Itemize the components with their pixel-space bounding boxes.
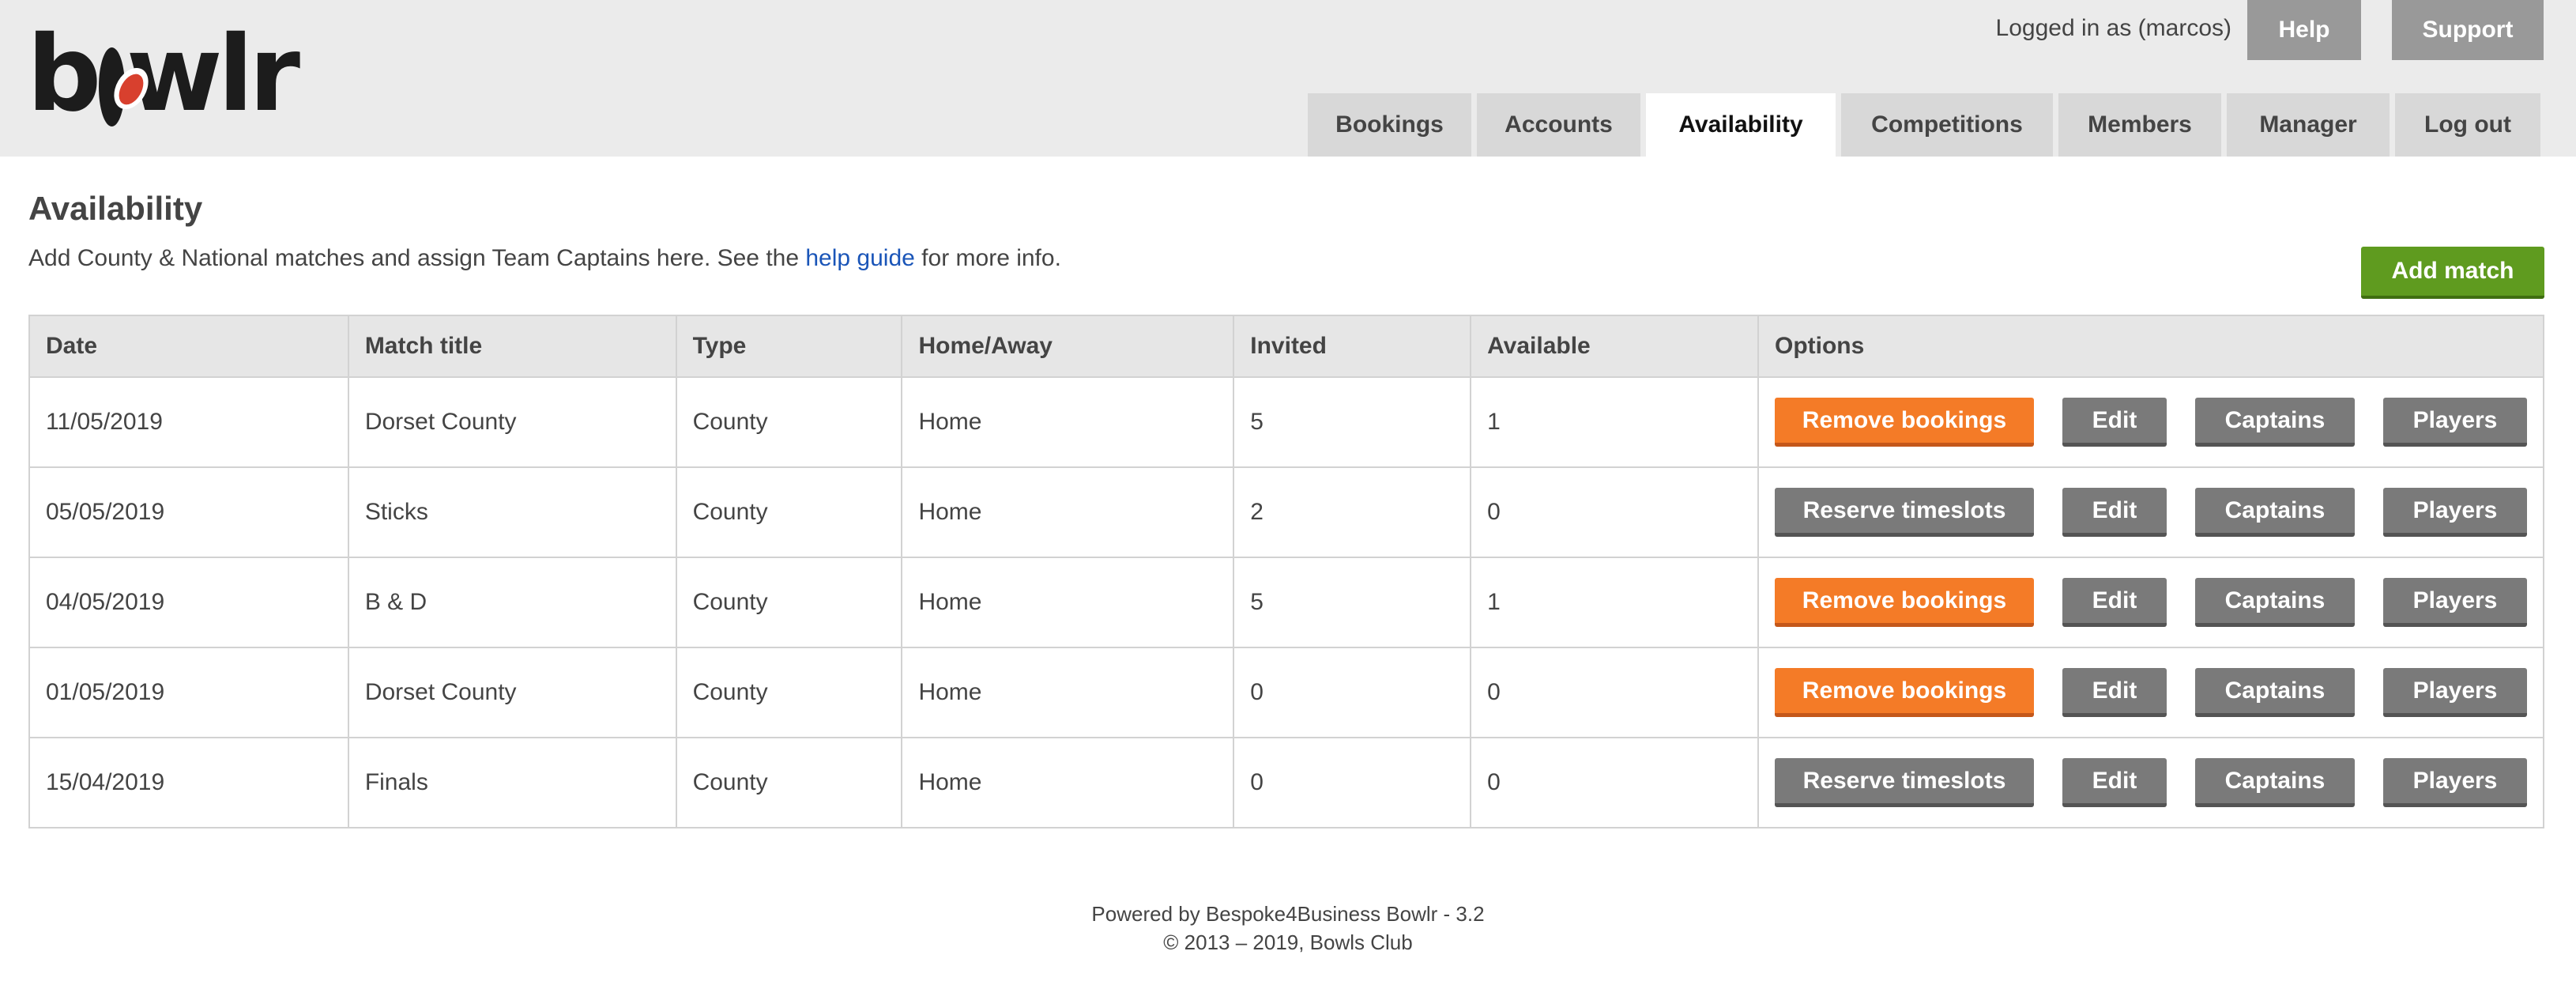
- table-row: 05/05/2019 Sticks County Home 2 0 Reserv…: [28, 466, 2544, 558]
- cell-home-away: Home: [901, 557, 1235, 648]
- cell-home-away: Home: [901, 737, 1235, 828]
- logged-in-text: Logged in as (marcos): [1995, 15, 2231, 41]
- page-footer: Powered by Bespoke4Business Bowlr - 3.2 …: [0, 900, 2576, 957]
- cell-available: 0: [1470, 737, 1759, 828]
- bowlr-logo[interactable]: b wlr: [27, 22, 300, 126]
- reserve-timeslots-button[interactable]: Reserve timeslots: [1775, 758, 2034, 807]
- help-button[interactable]: Help: [2247, 0, 2361, 60]
- cell-match-title: Sticks: [347, 466, 677, 558]
- edit-button[interactable]: Edit: [2062, 398, 2167, 447]
- bowls-ball-icon: [98, 47, 125, 126]
- footer-powered-by: Powered by Bespoke4Business Bowlr - 3.2: [1091, 902, 1485, 926]
- cell-invited: 5: [1233, 376, 1472, 468]
- cell-home-away: Home: [901, 647, 1235, 738]
- tab-members[interactable]: Members: [2058, 93, 2221, 157]
- col-home-away: Home/Away: [901, 315, 1235, 378]
- table-header-row: Date Match title Type Home/Away Invited …: [28, 315, 2544, 378]
- cell-type: County: [675, 647, 903, 738]
- cell-date: 05/05/2019: [28, 466, 349, 558]
- reserve-timeslots-button[interactable]: Reserve timeslots: [1775, 488, 2034, 537]
- col-match-title: Match title: [347, 315, 677, 378]
- col-invited: Invited: [1233, 315, 1472, 378]
- cell-invited: 5: [1233, 557, 1472, 648]
- tab-logout[interactable]: Log out: [2395, 93, 2540, 157]
- cell-invited: 2: [1233, 466, 1472, 558]
- cell-date: 04/05/2019: [28, 557, 349, 648]
- cell-match-title: Dorset County: [347, 376, 677, 468]
- intro-before: Add County & National matches and assign…: [28, 245, 806, 271]
- page-title: Availability: [28, 190, 203, 227]
- players-button[interactable]: Players: [2383, 758, 2527, 807]
- captains-button[interactable]: Captains: [2195, 488, 2355, 537]
- cell-date: 01/05/2019: [28, 647, 349, 738]
- cell-options: Remove bookings Edit Captains Players: [1757, 376, 2544, 468]
- cell-home-away: Home: [901, 376, 1235, 468]
- tab-availability[interactable]: Availability: [1646, 93, 1836, 157]
- cell-available: 1: [1470, 557, 1759, 648]
- add-match-button[interactable]: Add match: [2361, 247, 2544, 299]
- cell-match-title: Finals: [347, 737, 677, 828]
- captains-button[interactable]: Captains: [2195, 578, 2355, 627]
- players-button[interactable]: Players: [2383, 578, 2527, 627]
- main-nav: Bookings Accounts Availability Competiti…: [1308, 93, 2540, 157]
- tab-bookings[interactable]: Bookings: [1308, 93, 1471, 157]
- edit-button[interactable]: Edit: [2062, 758, 2167, 807]
- logo-b: b: [27, 13, 101, 135]
- table-row: 04/05/2019 B & D County Home 5 1 Remove …: [28, 557, 2544, 648]
- players-button[interactable]: Players: [2383, 668, 2527, 717]
- cell-type: County: [675, 557, 903, 648]
- tab-accounts[interactable]: Accounts: [1477, 93, 1640, 157]
- cell-available: 0: [1470, 466, 1759, 558]
- cell-date: 15/04/2019: [28, 737, 349, 828]
- col-options: Options: [1757, 315, 2544, 378]
- captains-button[interactable]: Captains: [2195, 398, 2355, 447]
- cell-match-title: Dorset County: [347, 647, 677, 738]
- cell-date: 11/05/2019: [28, 376, 349, 468]
- cell-invited: 0: [1233, 737, 1472, 828]
- help-guide-link[interactable]: help guide: [805, 245, 914, 271]
- intro-text: Add County & National matches and assign…: [28, 245, 1061, 272]
- edit-button[interactable]: Edit: [2062, 488, 2167, 537]
- table-row: 11/05/2019 Dorset County County Home 5 1…: [28, 376, 2544, 468]
- app-header: b wlr Logged in as (marcos) Help Support …: [0, 0, 2576, 157]
- players-button[interactable]: Players: [2383, 398, 2527, 447]
- cell-options: Reserve timeslots Edit Captains Players: [1757, 737, 2544, 828]
- main-content: Availability Add County & National match…: [0, 157, 2576, 1004]
- tab-competitions[interactable]: Competitions: [1841, 93, 2053, 157]
- support-button[interactable]: Support: [2392, 0, 2544, 60]
- cell-home-away: Home: [901, 466, 1235, 558]
- cell-type: County: [675, 737, 903, 828]
- players-button[interactable]: Players: [2383, 488, 2527, 537]
- cell-type: County: [675, 376, 903, 468]
- cell-match-title: B & D: [347, 557, 677, 648]
- edit-button[interactable]: Edit: [2062, 668, 2167, 717]
- intro-after: for more info.: [914, 245, 1061, 271]
- remove-bookings-button[interactable]: Remove bookings: [1775, 668, 2034, 717]
- cell-options: Remove bookings Edit Captains Players: [1757, 557, 2544, 648]
- cell-available: 0: [1470, 647, 1759, 738]
- table-row: 15/04/2019 Finals County Home 0 0 Reserv…: [28, 737, 2544, 828]
- table-row: 01/05/2019 Dorset County County Home 0 0…: [28, 647, 2544, 738]
- col-available: Available: [1470, 315, 1759, 378]
- cell-options: Remove bookings Edit Captains Players: [1757, 647, 2544, 738]
- remove-bookings-button[interactable]: Remove bookings: [1775, 578, 2034, 627]
- matches-table: Date Match title Type Home/Away Invited …: [28, 315, 2544, 828]
- captains-button[interactable]: Captains: [2195, 668, 2355, 717]
- cell-type: County: [675, 466, 903, 558]
- logo-wlr: wlr: [126, 13, 300, 135]
- cell-invited: 0: [1233, 647, 1472, 738]
- footer-copyright: © 2013 – 2019, Bowls Club: [1163, 930, 1413, 954]
- cell-options: Reserve timeslots Edit Captains Players: [1757, 466, 2544, 558]
- col-date: Date: [28, 315, 349, 378]
- tab-manager[interactable]: Manager: [2227, 93, 2390, 157]
- cell-available: 1: [1470, 376, 1759, 468]
- remove-bookings-button[interactable]: Remove bookings: [1775, 398, 2034, 447]
- col-type: Type: [675, 315, 903, 378]
- captains-button[interactable]: Captains: [2195, 758, 2355, 807]
- edit-button[interactable]: Edit: [2062, 578, 2167, 627]
